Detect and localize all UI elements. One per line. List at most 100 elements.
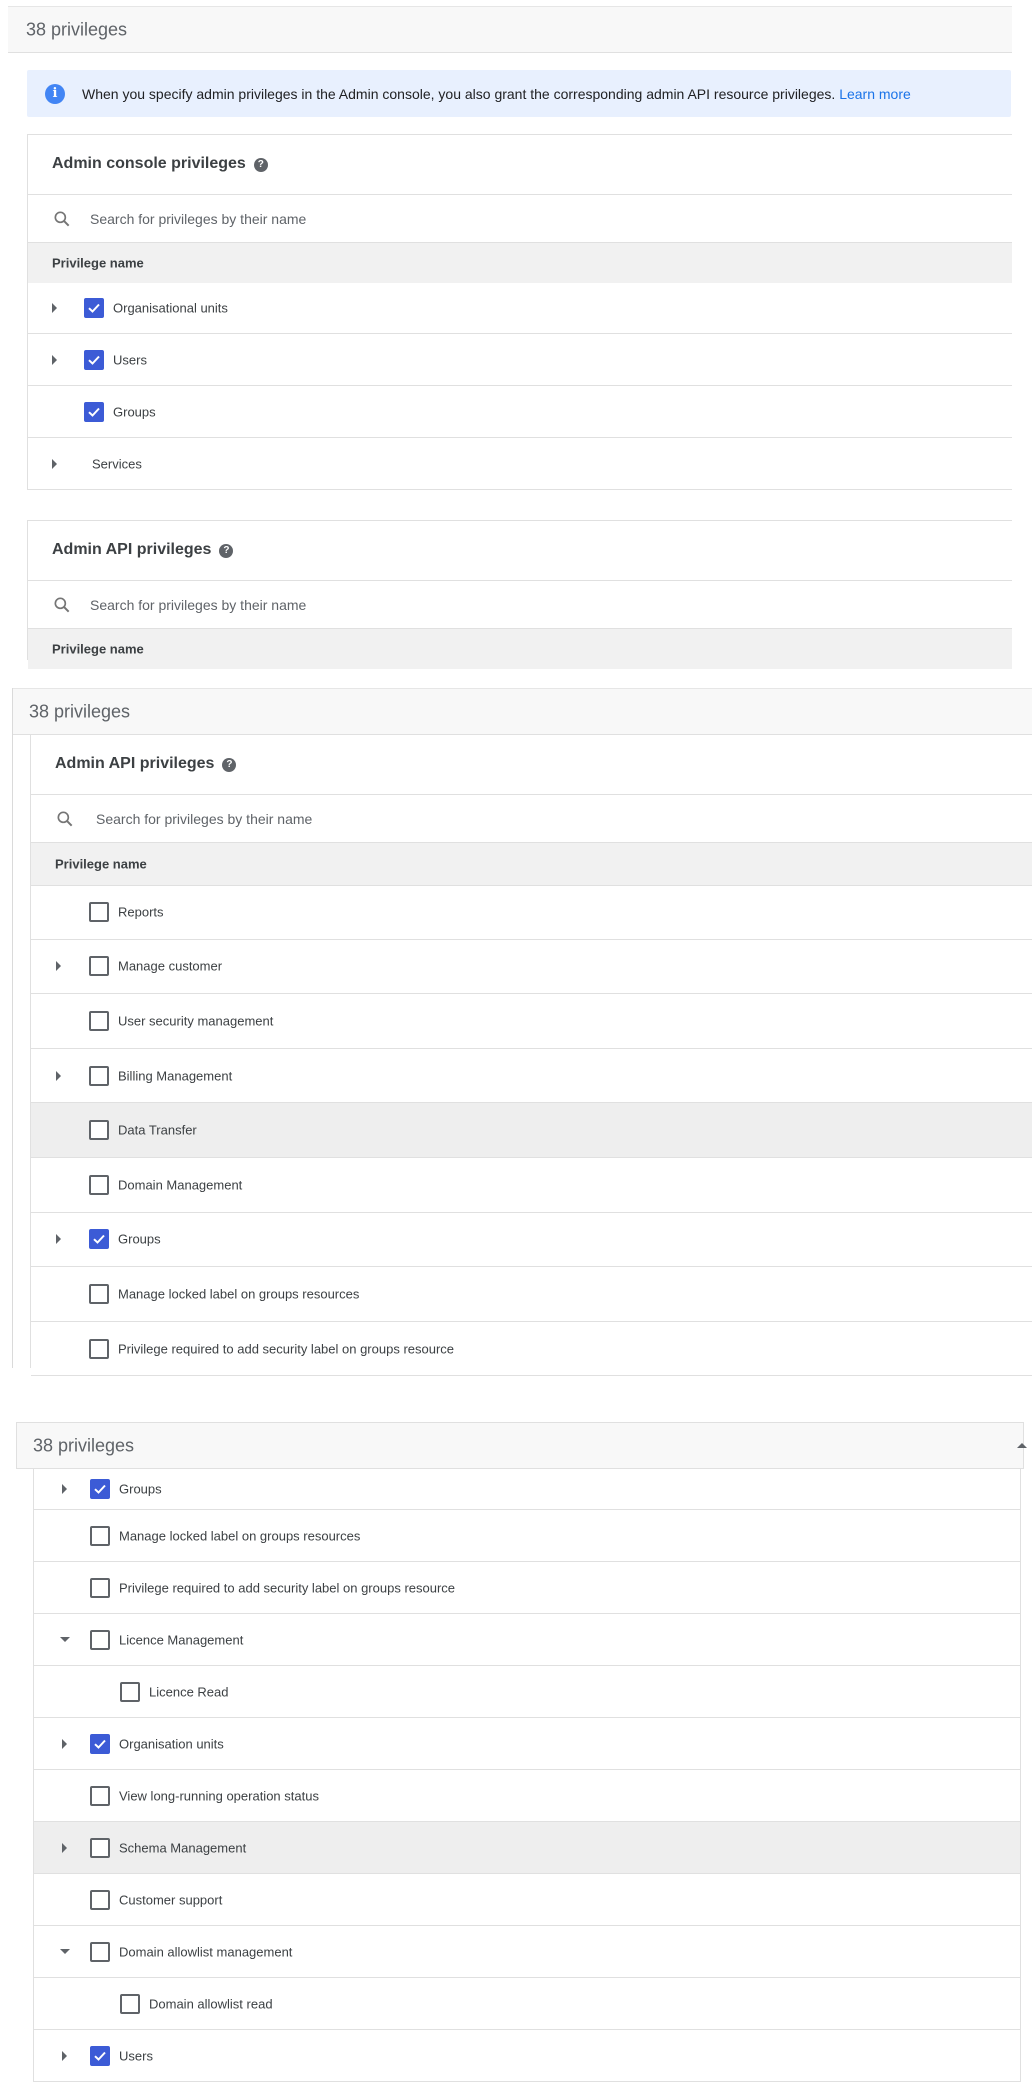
privilege-row-manage-locked-label-on-groups-resources[interactable]: Manage locked label on groups resources [31, 1267, 1032, 1322]
privilege-search-row [28, 194, 1012, 243]
privilege-checkbox[interactable] [84, 401, 104, 422]
caret-right-icon[interactable] [62, 1842, 67, 1853]
caret-right-icon[interactable] [62, 1738, 67, 1749]
privileges-panel-3: 38 privileges Groups Manage locked label … [16, 1422, 1027, 2082]
privilege-row-customer-support[interactable]: Customer support [34, 1874, 1020, 1926]
privilege-row-services[interactable]: Services [28, 438, 1012, 490]
privilege-row-licence-read[interactable]: Licence Read [34, 1666, 1020, 1718]
admin-console-privileges-card: Admin console privileges? Privilege name… [27, 134, 1012, 490]
privilege-checkbox[interactable] [89, 901, 109, 922]
privilege-label: User security management [118, 1013, 274, 1029]
privilege-checkbox[interactable] [89, 1120, 109, 1141]
privilege-search-input[interactable] [94, 810, 498, 828]
privilege-label: Reports [118, 904, 164, 920]
privilege-checkbox[interactable] [89, 1065, 109, 1086]
privilege-row-user-security-management[interactable]: User security management [31, 994, 1032, 1049]
info-banner: i When you specify admin privileges in t… [27, 70, 1011, 117]
privilege-checkbox[interactable] [89, 1010, 109, 1031]
caret-right-icon[interactable] [52, 354, 57, 365]
privilege-row-privilege-required-to-add-security-label-on-groups-resource[interactable]: Privilege required to add security label… [34, 1562, 1020, 1614]
privilege-checkbox[interactable] [90, 1525, 110, 1546]
caret-right-icon[interactable] [62, 1484, 67, 1494]
collapse-chevron-icon[interactable] [1017, 1443, 1027, 1448]
privileges-count-header: 38 privileges [13, 688, 1032, 735]
privilege-row-organisational-units[interactable]: Organisational units [28, 282, 1012, 334]
privilege-row-users[interactable]: Users [34, 2030, 1020, 2082]
privilege-label: Licence Read [149, 1684, 229, 1699]
card-title-text: Admin console privileges [52, 155, 246, 172]
checkmark-icon [94, 1484, 106, 1494]
caret-down-icon[interactable] [60, 1636, 70, 1642]
card-title: Admin API privileges? [52, 541, 234, 559]
column-header: Privilege name [28, 628, 1012, 669]
help-icon[interactable]: ? [219, 544, 234, 558]
privilege-row-view-long-running-operation-status[interactable]: View long-running operation status [34, 1770, 1020, 1822]
privilege-checkbox[interactable] [89, 956, 109, 977]
column-header-label: Privilege name [55, 856, 147, 872]
caret-right-icon[interactable] [62, 2050, 67, 2061]
privilege-row-domain-allowlist-management[interactable]: Domain allowlist management [34, 1926, 1020, 1978]
caret-right-icon[interactable] [52, 458, 57, 469]
search-icon [57, 811, 73, 827]
caret-right-icon[interactable] [52, 302, 57, 313]
privilege-row-users[interactable]: Users [28, 334, 1012, 386]
privilege-label: Users [113, 352, 147, 367]
privilege-row-reports[interactable]: Reports [31, 885, 1032, 940]
checkmark-icon [88, 407, 100, 417]
privilege-label: Privilege required to add security label… [119, 1580, 456, 1595]
info-message: When you specify admin privileges in the… [82, 86, 911, 102]
privilege-row-domain-allowlist-read[interactable]: Domain allowlist read [34, 1978, 1020, 2030]
privilege-checkbox[interactable] [90, 1837, 110, 1858]
privilege-checkbox[interactable] [90, 1479, 110, 1499]
privileges-count-header: 38 privileges [8, 6, 1012, 53]
privilege-checkbox[interactable] [89, 1229, 109, 1250]
privilege-row-data-transfer[interactable]: Data Transfer [31, 1103, 1032, 1158]
privilege-checkbox[interactable] [84, 349, 104, 370]
privilege-label: Billing Management [118, 1068, 233, 1084]
column-header: Privilege name [28, 242, 1012, 283]
caret-right-icon[interactable] [56, 961, 61, 972]
privilege-row-domain-management[interactable]: Domain Management [31, 1158, 1032, 1213]
privilege-search-row [28, 580, 1012, 629]
privilege-checkbox[interactable] [90, 1577, 110, 1598]
privilege-checkbox[interactable] [89, 1174, 109, 1195]
privilege-checkbox[interactable] [90, 1941, 110, 1962]
privilege-label: Organisational units [113, 300, 228, 315]
privilege-row-groups[interactable]: Groups [28, 386, 1012, 438]
privilege-label: Data Transfer [118, 1122, 197, 1138]
privilege-checkbox[interactable] [120, 1993, 140, 2014]
privilege-checkbox[interactable] [90, 1785, 110, 1806]
privilege-row-schema-management[interactable]: Schema Management [34, 1822, 1020, 1874]
privileges-count: 38 privileges [26, 19, 128, 39]
privilege-checkbox[interactable] [120, 1681, 140, 1702]
privilege-row-licence-management[interactable]: Licence Management [34, 1614, 1020, 1666]
privilege-label: Manage locked label on groups resources [119, 1528, 361, 1543]
caret-down-icon[interactable] [60, 1948, 70, 1954]
privilege-label: Manage locked label on groups resources [118, 1286, 360, 1302]
help-icon[interactable]: ? [222, 758, 237, 772]
caret-right-icon[interactable] [56, 1070, 61, 1081]
privilege-checkbox[interactable] [90, 2045, 110, 2066]
learn-more-link[interactable]: Learn more [839, 86, 911, 102]
privilege-checkbox[interactable] [90, 1733, 110, 1754]
privilege-row-groups[interactable]: Groups [34, 1469, 1020, 1510]
privilege-checkbox[interactable] [90, 1629, 110, 1650]
privilege-row-billing-management[interactable]: Billing Management [31, 1049, 1032, 1104]
privilege-row-manage-locked-label-on-groups-resources[interactable]: Manage locked label on groups resources [34, 1510, 1020, 1562]
column-header-label: Privilege name [52, 641, 144, 657]
privilege-checkbox[interactable] [89, 1338, 109, 1359]
privilege-row-manage-customer[interactable]: Manage customer [31, 940, 1032, 995]
privilege-row-privilege-required-to-add-security-label-on-groups-resource[interactable]: Privilege required to add security label… [31, 1322, 1032, 1377]
privilege-row-groups[interactable]: Groups [31, 1213, 1032, 1268]
privilege-checkbox[interactable] [90, 1889, 110, 1910]
console-privilege-list: Organisational units Users Groups Services [28, 282, 1012, 490]
privilege-checkbox[interactable] [89, 1283, 109, 1304]
privilege-row-organisation-units[interactable]: Organisation units [34, 1718, 1020, 1770]
privilege-search-input[interactable] [88, 596, 492, 614]
privilege-label: Licence Management [119, 1632, 244, 1647]
privilege-label: Manage customer [118, 958, 223, 974]
privilege-search-input[interactable] [88, 210, 492, 228]
caret-right-icon[interactable] [56, 1234, 61, 1245]
privilege-checkbox[interactable] [84, 297, 104, 318]
help-icon[interactable]: ? [253, 158, 268, 172]
